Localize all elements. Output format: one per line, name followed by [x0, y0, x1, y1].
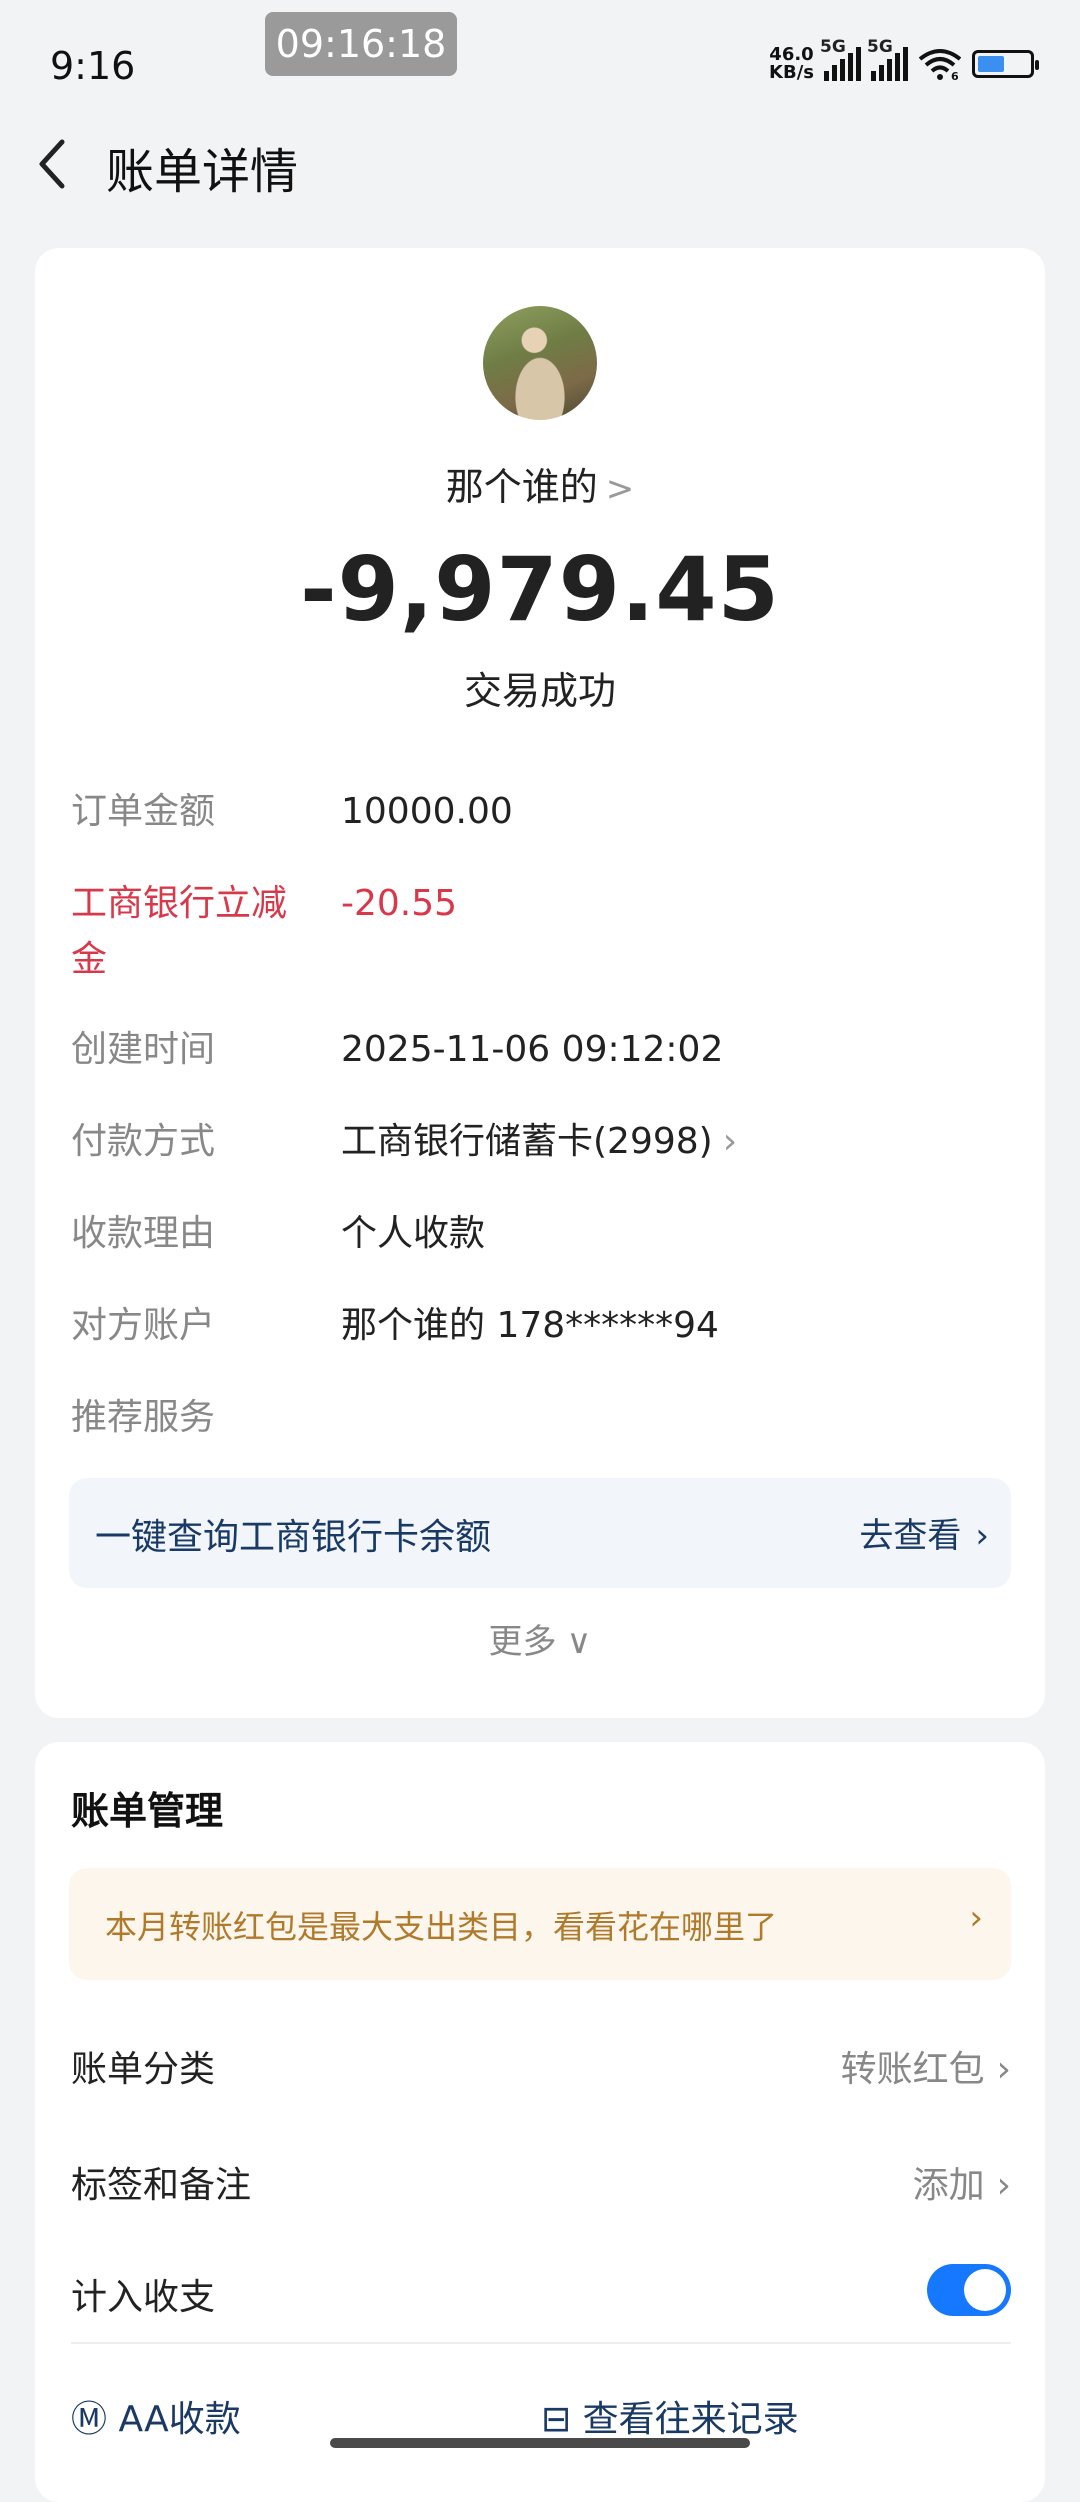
wifi-icon: 6: [918, 49, 962, 81]
records-label: 查看往来记录: [582, 2399, 799, 2440]
row-value: 添加 ›: [913, 2156, 1011, 2208]
detail-value: 那个谁的 178******94: [341, 1305, 719, 1346]
more-toggle[interactable]: 更多 ∨: [35, 1614, 1045, 1663]
payment-method-value: 工商银行储蓄卡(2998) ›: [341, 1114, 737, 1170]
count-in-budget-row: 计入收支: [71, 2258, 1011, 2338]
chevron-right-icon: ›: [996, 2165, 1011, 2206]
avatar[interactable]: [483, 306, 597, 420]
detail-value: 2025-11-06 09:12:02: [341, 1029, 724, 1070]
more-label: 更多: [488, 1622, 557, 1662]
row-value: 转账红包 ›: [841, 2040, 1011, 2092]
detail-value: 工商银行储蓄卡(2998): [341, 1121, 713, 1162]
status-icons: 46.0 KB/s 5G 5G 6: [769, 37, 1039, 82]
detail-key: 收款理由: [71, 1213, 216, 1254]
back-arrow-icon[interactable]: [32, 134, 72, 194]
transaction-status: 交易成功: [463, 669, 616, 713]
row-label: 标签和备注: [71, 2165, 252, 2206]
detail-key: 创建时间: [71, 1029, 216, 1070]
detail-value: -20.55: [341, 883, 458, 924]
payee-name-row[interactable]: 那个谁的 >: [35, 456, 1045, 511]
service-text: 一键查询工商银行卡余额: [95, 1517, 492, 1558]
bill-management-card: 账单管理 本月转账红包是最大支出类目，看看花在哪里了 › 账单分类 转账红包 › …: [35, 1742, 1045, 2502]
chevron-right-icon: ›: [975, 1516, 989, 1556]
balance-query-service[interactable]: 一键查询工商银行卡余额 去查看 ›: [69, 1478, 1011, 1588]
row-label: 账单分类: [71, 2049, 216, 2090]
bill-category-row[interactable]: 账单分类 转账红包 ›: [71, 2030, 1011, 2110]
divider: [71, 2342, 1011, 2344]
category-value: 转账红包: [840, 2049, 985, 2090]
detail-key: 订单金额: [71, 791, 216, 832]
signal-label: 5G: [820, 37, 846, 57]
signal-icon: 5G: [820, 37, 861, 81]
row-label: 计入收支: [71, 2277, 216, 2318]
chevron-right-icon: >: [605, 469, 635, 509]
spending-tip-banner[interactable]: 本月转账红包是最大支出类目，看看花在哪里了 ›: [69, 1868, 1011, 1980]
payee-name: 那个谁的: [445, 465, 598, 509]
detail-key: 推荐服务: [71, 1397, 216, 1438]
wifi-badge: 6: [951, 70, 959, 81]
chevron-down-icon: ∨: [566, 1622, 592, 1662]
net-speed: 46.0 KB/s: [769, 46, 814, 82]
net-speed-unit: KB/s: [769, 62, 814, 83]
amount: -9,979.45: [300, 538, 780, 641]
app-header: 账单详情: [0, 118, 1080, 208]
status-time: 9:16: [50, 44, 136, 88]
detail-key: 付款方式: [71, 1121, 216, 1162]
detail-key: 工商银行立减金: [71, 883, 288, 980]
bill-detail-card: 那个谁的 > -9,979.45 交易成功 订单金额 10000.00 工商银行立…: [35, 248, 1045, 1718]
count-in-budget-toggle[interactable]: [927, 2264, 1011, 2316]
section-title: 账单管理: [71, 1789, 224, 1833]
aa-icon: Ⓜ: [71, 2399, 119, 2440]
battery-icon: [972, 50, 1039, 78]
aa-collect-button[interactable]: Ⓜ AA收款: [71, 2390, 241, 2442]
aa-label: AA收款: [118, 2399, 241, 2440]
tags-value: 添加: [912, 2165, 985, 2206]
detail-value: 10000.00: [341, 791, 513, 832]
chevron-right-icon: ›: [996, 2049, 1011, 2090]
tags-notes-row[interactable]: 标签和备注 添加 ›: [71, 2146, 1011, 2226]
records-icon: ⊟: [541, 2399, 583, 2440]
service-action-label: 去查看: [859, 1516, 962, 1556]
detail-value: 个人收款: [341, 1213, 486, 1254]
overlay-clock: 09:16:18: [265, 12, 457, 76]
detail-key: 对方账户: [71, 1305, 216, 1346]
chevron-right-icon: ›: [969, 1898, 983, 1938]
page-title: 账单详情: [106, 144, 299, 200]
service-action[interactable]: 去查看 ›: [859, 1508, 989, 1557]
signal-label: 5G: [867, 37, 893, 57]
banner-text: 本月转账红包是最大支出类目，看看花在哪里了: [105, 1908, 778, 1946]
chevron-right-icon: ›: [722, 1121, 738, 1162]
signal-icon: 5G: [867, 37, 908, 81]
view-records-button[interactable]: ⊟ 查看往来记录: [541, 2390, 799, 2442]
home-indicator[interactable]: [330, 2438, 750, 2448]
